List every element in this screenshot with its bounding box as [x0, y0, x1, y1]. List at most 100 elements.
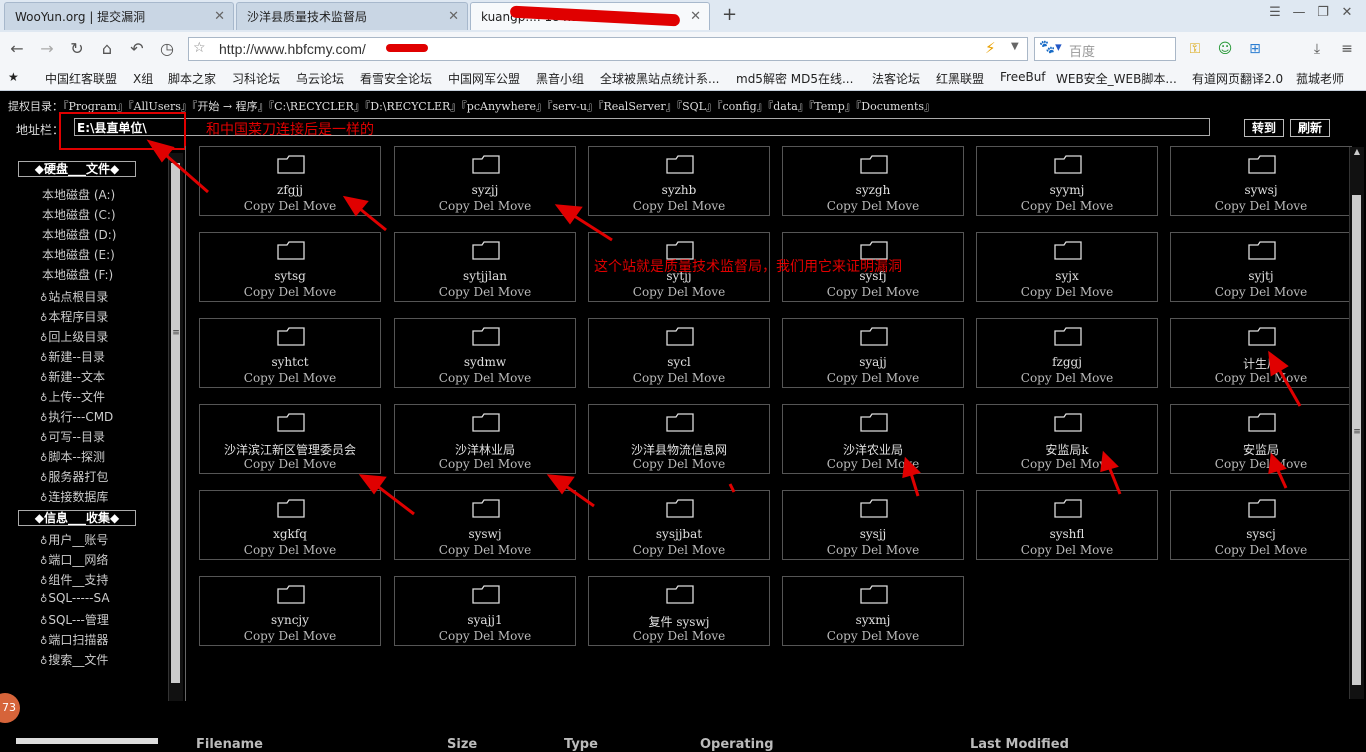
folder-icon[interactable]	[860, 499, 888, 518]
section-header-info[interactable]: ◆信息___收集◆	[18, 510, 136, 526]
folder-name[interactable]: zfgjj	[200, 183, 380, 197]
scroll-thumb[interactable]	[1352, 195, 1361, 685]
folder-operations[interactable]: Copy Del Move	[589, 285, 769, 299]
folder-icon[interactable]	[1054, 155, 1082, 174]
folder-operations[interactable]: Copy Del Move	[977, 457, 1157, 471]
folder-item[interactable]: zfgjj Copy Del Move	[199, 146, 381, 216]
section-header-disk[interactable]: ◆硬盘___文件◆	[18, 161, 136, 177]
main-scrollbar[interactable]: ▲ ≡	[1349, 147, 1364, 699]
bookmark-item[interactable]: 全球被黑站点统计系...	[600, 70, 719, 87]
folder-icon[interactable]	[277, 499, 305, 518]
folder-icon[interactable]	[860, 413, 888, 432]
folder-icon[interactable]	[1248, 499, 1276, 518]
folder-icon[interactable]	[277, 413, 305, 432]
folder-icon[interactable]	[860, 327, 888, 346]
folder-operations[interactable]: Copy Del Move	[783, 371, 963, 385]
goto-button[interactable]: 转到	[1244, 119, 1284, 137]
folder-icon[interactable]	[472, 413, 500, 432]
folder-item[interactable]: syjtj Copy Del Move	[1170, 232, 1352, 302]
sidebar-function-item[interactable]: ♁新建--目录	[40, 348, 105, 365]
window-close-icon[interactable]: ✕	[1336, 4, 1358, 22]
folder-item[interactable]: 沙洋林业局 Copy Del Move	[394, 404, 576, 474]
folder-name[interactable]: 安监局k	[977, 441, 1157, 458]
folder-operations[interactable]: Copy Del Move	[589, 371, 769, 385]
folder-icon[interactable]	[277, 585, 305, 604]
folder-item[interactable]: 复件 syswj Copy Del Move	[588, 576, 770, 646]
folder-name[interactable]: 安监局	[1171, 441, 1351, 458]
folder-name[interactable]: sytjjlan	[395, 269, 575, 283]
elevation-paths[interactable]: 『Program』『AllUsers』『开始 → 程序』『C:\RECYCLER…	[63, 100, 935, 113]
folder-name[interactable]: sycl	[589, 355, 769, 369]
sidebar-function-item[interactable]: ♁上传--文件	[40, 388, 105, 405]
folder-item[interactable]: syhtct Copy Del Move	[199, 318, 381, 388]
restore-icon[interactable]: ❐	[1312, 4, 1334, 22]
folder-item[interactable]: syshfl Copy Del Move	[976, 490, 1158, 560]
bookmark-item[interactable]: 看雪安全论坛	[360, 70, 432, 87]
bookmark-item[interactable]: 红黑联盟	[936, 70, 984, 87]
sidebar-scrollbar[interactable]: ≡	[168, 153, 183, 701]
folder-icon[interactable]	[666, 499, 694, 518]
folder-operations[interactable]: Copy Del Move	[1171, 457, 1351, 471]
sidebar-function-item[interactable]: ♁脚本--探测	[40, 448, 105, 465]
folder-item[interactable]: sysjj Copy Del Move	[782, 490, 964, 560]
bookmark-item[interactable]: 黑音小组	[536, 70, 584, 87]
back-icon[interactable]: ←	[6, 38, 28, 60]
close-icon[interactable]: ✕	[214, 3, 225, 30]
folder-icon[interactable]	[1248, 327, 1276, 346]
tab-shayang[interactable]: 沙洋县质量技术监督局 ✕	[236, 2, 468, 30]
folder-item[interactable]: 沙洋滨江新区管理委员会 Copy Del Move	[199, 404, 381, 474]
folder-item[interactable]: 计生局 Copy Del Move	[1170, 318, 1352, 388]
folder-name[interactable]: fzggj	[977, 355, 1157, 369]
folder-item[interactable]: 安监局k Copy Del Move	[976, 404, 1158, 474]
sidebar-info-item[interactable]: ♁SQL-----SA	[40, 591, 110, 605]
folder-name[interactable]: syzhb	[589, 183, 769, 197]
folder-name[interactable]: syhtct	[200, 355, 380, 369]
sidebar-function-item[interactable]: ♁连接数据库	[40, 488, 108, 505]
user-icon[interactable]: ☺	[1214, 38, 1236, 60]
folder-icon[interactable]	[472, 585, 500, 604]
drive-item[interactable]: 本地磁盘 (D:)	[42, 226, 116, 243]
folder-name[interactable]: sywsj	[1171, 183, 1351, 197]
sidebar-function-item[interactable]: ♁可写--目录	[40, 428, 105, 445]
bookmark-item[interactable]: 有道网页翻译2.0	[1192, 70, 1283, 87]
folder-icon[interactable]	[666, 327, 694, 346]
folder-operations[interactable]: Copy Del Move	[589, 457, 769, 471]
folder-icon[interactable]	[472, 499, 500, 518]
folder-name[interactable]: syshfl	[977, 527, 1157, 541]
folder-item[interactable]: syswj Copy Del Move	[394, 490, 576, 560]
folder-name[interactable]: 沙洋县物流信息网	[589, 441, 769, 458]
folder-item[interactable]: fzggj Copy Del Move	[976, 318, 1158, 388]
folder-name[interactable]: syajj1	[395, 613, 575, 627]
folder-name[interactable]: 沙洋滨江新区管理委员会	[200, 441, 380, 458]
folder-item[interactable]: syajj Copy Del Move	[782, 318, 964, 388]
folder-name[interactable]: xgkfq	[200, 527, 380, 541]
folder-icon[interactable]	[277, 155, 305, 174]
sidebar-function-item[interactable]: ♁站点根目录	[40, 288, 108, 305]
folder-operations[interactable]: Copy Del Move	[977, 285, 1157, 299]
folder-name[interactable]: 沙洋农业局	[783, 441, 963, 458]
folder-operations[interactable]: Copy Del Move	[1171, 371, 1351, 385]
folder-icon[interactable]	[1248, 241, 1276, 260]
folder-icon[interactable]	[1054, 499, 1082, 518]
sidebar-horizontal-scrollbar[interactable]	[16, 738, 158, 744]
undo-icon[interactable]: ↶	[126, 38, 148, 60]
folder-name[interactable]: syymj	[977, 183, 1157, 197]
refresh-button[interactable]: 刷新	[1290, 119, 1330, 137]
folder-operations[interactable]: Copy Del Move	[783, 285, 963, 299]
sidebar-info-item[interactable]: ♁端口扫描器	[40, 631, 108, 648]
sidebar-info-item[interactable]: ♁搜索__文件	[40, 651, 108, 668]
key-icon[interactable]: ⚿	[1184, 38, 1206, 60]
folder-item[interactable]: sytjjlan Copy Del Move	[394, 232, 576, 302]
folder-name[interactable]: 沙洋林业局	[395, 441, 575, 458]
folder-name[interactable]: syzgh	[783, 183, 963, 197]
folder-icon[interactable]	[277, 241, 305, 260]
folder-name[interactable]: syjx	[977, 269, 1157, 283]
folder-item[interactable]: sytsg Copy Del Move	[199, 232, 381, 302]
notification-badge[interactable]: 73	[0, 693, 20, 723]
folder-icon[interactable]	[860, 155, 888, 174]
folder-operations[interactable]: Copy Del Move	[395, 543, 575, 557]
bookmark-item[interactable]: 中国网军公盟	[448, 70, 520, 87]
scroll-thumb[interactable]	[171, 163, 180, 683]
sidebar-info-item[interactable]: ♁端口__网络	[40, 551, 108, 568]
translate-icon[interactable]: ⊞	[1244, 38, 1266, 60]
